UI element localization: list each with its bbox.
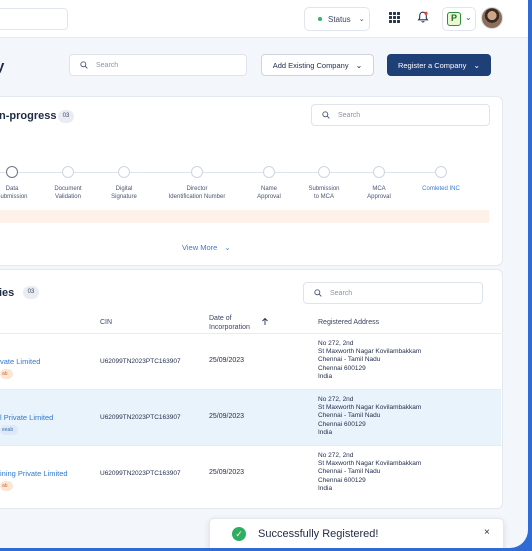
companies-search-input[interactable]: Search <box>303 282 483 304</box>
company-name-link[interactable]: vate Limited <box>0 357 40 366</box>
companies-count-badge: 03 <box>23 286 39 299</box>
register-company-label: Register a Company <box>397 60 467 70</box>
search-placeholder: Search <box>96 61 119 69</box>
user-avatar[interactable] <box>481 7 503 29</box>
step-marker <box>62 166 74 178</box>
page-title: y <box>0 58 5 75</box>
chevron-down-icon: ⌄ <box>473 60 481 70</box>
column-header-address[interactable]: Registered Address <box>318 318 379 327</box>
chevron-down-icon: ⌄ <box>355 60 363 70</box>
success-toast: ✓ Successfully Registered! × <box>209 518 504 548</box>
incorporation-date: 25/09/2023 <box>209 469 245 476</box>
register-company-button[interactable]: Register a Company ⌄ <box>387 54 491 76</box>
check-circle-icon: ✓ <box>232 527 246 541</box>
status-dropdown[interactable]: Status ⌄ <box>304 7 370 31</box>
brand-logo-icon: P <box>447 12 461 26</box>
company-tag: ab <box>0 481 13 491</box>
chevron-down-icon: ⌄ <box>465 13 472 22</box>
company-search-input[interactable]: Search <box>69 54 247 76</box>
step-marker <box>263 166 275 178</box>
step-marker <box>318 166 330 178</box>
add-existing-company-button[interactable]: Add Existing Company ⌄ <box>261 54 374 76</box>
table-row[interactable]: ining Private Limited ab U62099TN2023PTC16… <box>0 445 501 501</box>
incorporation-date: 25/09/2023 <box>209 413 245 420</box>
company-tag: ab <box>0 369 13 379</box>
view-more-link[interactable]: View More ⌄ <box>182 243 231 252</box>
search-icon <box>80 61 88 69</box>
step-label: Comleted INC <box>422 186 460 192</box>
bell-icon[interactable] <box>416 10 430 24</box>
step-marker <box>6 166 18 178</box>
view-more-label: View More <box>182 243 218 252</box>
search-placeholder: Search <box>330 289 353 297</box>
table-row[interactable]: vate Limited ab U62099TN2023PTC163907 25/09… <box>0 333 501 389</box>
column-header-date[interactable]: Date of Incorporation <box>209 314 250 332</box>
top-bar: Status ⌄ P ⌄ <box>0 0 528 38</box>
company-name-link[interactable]: ining Private Limited <box>0 469 68 478</box>
step-marker <box>118 166 130 178</box>
apps-grid-icon[interactable] <box>389 12 400 23</box>
registered-address: No 272, 2nd St Maxworth Nagar Kovilambak… <box>318 340 422 380</box>
companies-title: ies <box>0 287 15 299</box>
app-window: Status ⌄ P ⌄ y Search Add Existing Compa… <box>0 0 528 548</box>
chevron-down-icon: ⌄ <box>358 16 365 23</box>
in-progress-count-badge: 03 <box>58 110 74 123</box>
step-marker <box>435 166 447 178</box>
cin-value: U62099TN2023PTC163907 <box>100 414 181 421</box>
notice-strip <box>0 210 489 223</box>
step-label: Digital Signature <box>111 186 137 200</box>
workspace-switcher[interactable]: P ⌄ <box>442 7 476 31</box>
company-tag: eeab <box>0 425 19 435</box>
close-icon[interactable]: × <box>484 527 490 538</box>
cin-value: U62099TN2023PTC163907 <box>100 470 181 477</box>
global-search-input[interactable] <box>0 8 68 30</box>
in-progress-title: n-progress <box>0 110 57 122</box>
chevron-down-icon: ⌄ <box>224 243 231 252</box>
column-header-cin[interactable]: CIN <box>100 318 112 327</box>
status-dot <box>318 17 322 21</box>
search-icon <box>322 111 330 119</box>
step-label: Director Identification Number <box>168 186 226 200</box>
add-existing-company-label: Add Existing Company <box>272 60 349 70</box>
company-name-link[interactable]: l Private Limited <box>0 413 53 422</box>
in-progress-search-input[interactable]: Search <box>311 104 490 126</box>
registered-address: No 272, 2nd St Maxworth Nagar Kovilambak… <box>318 452 422 492</box>
sort-ascending-icon[interactable] <box>261 317 269 326</box>
search-icon <box>314 289 322 297</box>
registered-address: No 272, 2nd St Maxworth Nagar Kovilambak… <box>318 396 422 436</box>
step-marker <box>373 166 385 178</box>
search-placeholder: Search <box>338 111 361 119</box>
toast-message: Successfully Registered! <box>258 528 379 540</box>
table-row[interactable]: l Private Limited eeab U62099TN2023PTC1639… <box>0 389 501 445</box>
incorporation-date: 25/09/2023 <box>209 357 245 364</box>
step-marker <box>191 166 203 178</box>
status-label: Status <box>328 14 351 24</box>
cin-value: U62099TN2023PTC163907 <box>100 358 181 365</box>
